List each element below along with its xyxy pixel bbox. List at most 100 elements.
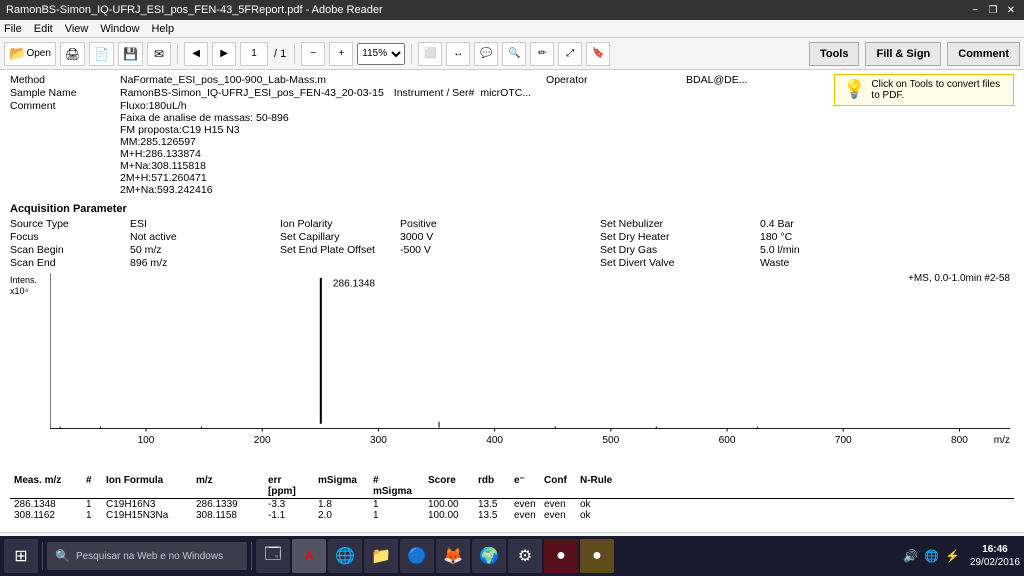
page-input[interactable] [240,42,268,66]
toolbar-sep-2 [294,44,295,64]
fit-page-button[interactable]: ⬜ [418,42,442,66]
menu-help[interactable]: Help [151,23,174,35]
header-nmsigma: # mSigma [369,475,424,497]
tooltip-icon: 💡 [843,79,865,100]
task-settings-button[interactable]: ⚙ [508,539,542,573]
toolbar-btn-4[interactable]: ✉ [147,42,171,66]
scan-end-value: 896 m/z [130,257,280,269]
toolbar-btn-1[interactable]: 🖨 [60,42,85,66]
method-value: NaFormate_ESI_pos_100-900_Lab-Mass.m [120,74,326,86]
task-firefox-button[interactable]: 🦊 [436,539,470,573]
menu-view[interactable]: View [65,23,89,35]
toolbar: 📂 Open 🖨 📄 💾 ✉ ◀ ▶ / 1 − + 115% 100% 75%… [0,38,1024,70]
tooltip-text: Click on Tools to convert files to PDF. [871,79,1005,101]
task-edge-button[interactable]: 🌐 [328,539,362,573]
close-button[interactable]: ✕ [1004,3,1018,17]
task-explorer-button[interactable]: 📁 [364,539,398,573]
cell-rdb-0: 13.5 [474,499,510,510]
source-type-label: Source Type [10,218,130,230]
table-row: 308.1162 1 C19H15N3Na 308.1158 -1.1 2.0 … [10,510,1014,521]
tray-icon-3: ⚡ [945,549,960,563]
header-rdb: rdb [474,475,510,497]
back-button[interactable]: ◀ [184,42,208,66]
tooltip: 💡 Click on Tools to convert files to PDF… [834,74,1014,106]
task-ie-button[interactable]: 🌍 [472,539,506,573]
sign-icon-btn[interactable]: ✏ [530,42,554,66]
comment-button[interactable]: Comment [947,42,1020,66]
chart-container: +MS, 0.0-1.0min #2-58 Intens. x10⁴ 5 4 3… [10,273,1014,473]
cell-meas-0: 286.1348 [10,499,82,510]
toolbar-sep-3 [411,44,412,64]
task-chrome-button[interactable]: 🔵 [400,539,434,573]
instrument-label: Instrument / Ser# [394,87,475,99]
ion-polarity-value: Positive [400,218,600,230]
svg-text:m/z: m/z [994,435,1010,446]
toolbar-sep-1 [177,44,178,64]
fill-sign-button[interactable]: Fill & Sign [865,42,941,66]
set-end-plate-label: Set End Plate Offset [280,244,400,256]
comment-line-1: Faixa de analise de massas: 50-896 [120,112,289,124]
menu-window[interactable]: Window [100,23,139,35]
zoom-out-button[interactable]: − [301,42,325,66]
comment-icon-btn[interactable]: 💬 [474,42,498,66]
restore-button[interactable]: ❐ [986,3,1000,17]
cell-nmsigma-1: 1 [369,510,424,521]
cell-mz-1: 308.1158 [192,510,264,521]
fit-width-button[interactable]: ↔ [446,42,470,66]
header-score: Score [424,475,474,497]
search-box[interactable]: 🔍 Pesquisar na Web e no Windows [47,542,247,570]
zoom-select[interactable]: 115% 100% 75% [357,43,405,65]
table-header: Meas. m/z # Ion Formula m/z err [ppm] mS… [10,475,1014,499]
task-red-button[interactable]: ● [544,539,578,573]
title-bar: RamonBS-Simon_IQ-UFRJ_ESI_pos_FEN-43_5FR… [0,0,1024,20]
menu-edit[interactable]: Edit [34,23,53,35]
menu-file[interactable]: File [4,23,22,35]
ion-polarity-label: Ion Polarity [280,218,400,230]
set-capillary-label: Set Capillary [280,231,400,243]
minimize-button[interactable]: − [968,3,982,17]
cell-rdb-1: 13.5 [474,510,510,521]
forward-button[interactable]: ▶ [212,42,236,66]
chart-area: +MS, 0.0-1.0min #2-58 Intens. x10⁴ 5 4 3… [0,273,1024,473]
svg-text:400: 400 [486,435,503,446]
scan-begin-label: Scan Begin [10,244,130,256]
set-dry-heater-label: Set Dry Heater [600,231,760,243]
search-icon-btn[interactable]: 🔍 [502,42,526,66]
cell-formula-0: C19H16N3 [102,499,192,510]
tools-button[interactable]: Tools [809,42,860,66]
taskbar-right: 🔊 🌐 ⚡ 16:46 29/02/2016 [897,543,1020,569]
source-type-value: ESI [130,218,280,230]
task-yellow-button[interactable]: ● [580,539,614,573]
set-capillary-value: 3000 V [400,231,600,243]
svg-text:700: 700 [835,435,852,446]
comment-label: Comment [10,100,120,196]
header-eminus: e⁻ [510,475,540,497]
toolbar-btn-3[interactable]: 💾 [118,42,143,66]
search-icon: 🔍 [55,549,70,563]
clock[interactable]: 16:46 29/02/2016 [970,543,1020,569]
comment-line-7: 2M+Na:593.242416 [120,184,289,196]
toolbar-btn-2[interactable]: 📄 [89,42,114,66]
task-view-button[interactable]: 🗔 [256,539,290,573]
sample-value: RamonBS-Simon_IQ-UFRJ_ESI_pos_FEN-43_20-… [120,87,384,99]
cell-err-0: -3.3 [264,499,314,510]
acquisition-title: Acquisition Parameter [10,203,1014,215]
method-label: Method [10,74,120,86]
share-icon-btn[interactable]: ⤢ [558,42,582,66]
svg-text:800: 800 [951,435,968,446]
cell-nrule-1: ok [576,510,626,521]
start-button[interactable]: ⊞ [4,539,38,573]
cell-meas-1: 308.1162 [10,510,82,521]
comment-line-2: FM proposta:C19 H15 N3 [120,124,289,136]
extra-btn[interactable]: 🔖 [586,42,610,66]
table-row: 286.1348 1 C19H16N3 286.1339 -3.3 1.8 1 … [10,499,1014,510]
task-adobe-button[interactable]: A [292,539,326,573]
cell-score-0: 100.00 [424,499,474,510]
page-total: / 1 [274,48,286,60]
zoom-in-button[interactable]: + [329,42,353,66]
focus-label: Focus [10,231,130,243]
svg-text:200: 200 [254,435,271,446]
y-axis-label: Intens. x10⁴ [10,275,37,297]
report-comment-row: Comment Fluxo:180uL/h Faixa de analise d… [10,100,1014,196]
open-button[interactable]: 📂 Open [4,42,56,66]
